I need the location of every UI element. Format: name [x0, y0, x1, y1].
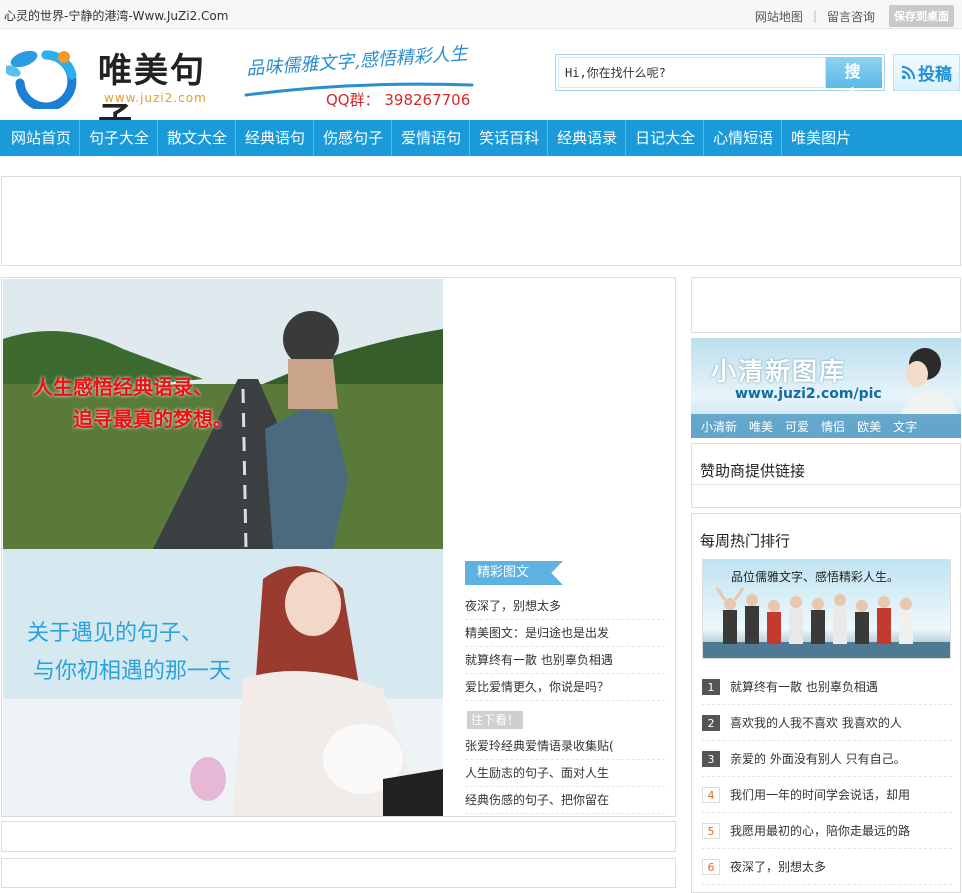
main-nav: 网站首页 句子大全 散文大全 经典语句 伤感句子 爱情语句 笑话百科 经典语录 日记大全 心情短语… [0, 120, 962, 156]
site-logo[interactable]: 唯美句子 www.juzi2.com [6, 39, 226, 140]
right-ad-slot [691, 277, 961, 333]
gallery-tag[interactable]: 欧美 [857, 418, 881, 435]
list-item[interactable]: 爱比爱情更久，你说是吗？ [465, 674, 665, 701]
gallery-tags: 小清新 唯美 可爱 情侣 欧美 文字 [691, 414, 961, 438]
fresh-gallery-banner[interactable]: 小清新图库 www.juzi2.com/pic 小清新 唯美 可爱 情侣 欧美 文字 [691, 338, 961, 438]
slide1-caption-line1: 人生感悟经典语录、 [33, 375, 213, 399]
gallery-tag[interactable]: 小清新 [701, 418, 737, 435]
more-tag: 往下看！ [467, 711, 523, 729]
slide2-caption-line1: 关于遇见的句子、 [27, 621, 204, 646]
slide-road-image[interactable]: 人生感悟经典语录、 追寻最真的梦想。 [3, 279, 443, 549]
rank-number: 4 [702, 786, 720, 803]
nav-item[interactable]: 网站首页 [0, 120, 81, 156]
rank-title: 就算终有一散 也别辜负相遇 [730, 680, 878, 694]
rank-row[interactable]: 5 我愿用最初的心，陪你走最远的路 [702, 813, 952, 849]
slide2-caption-line2: 与你初相遇的那一天 [33, 659, 232, 684]
rank-number: 2 [702, 714, 720, 731]
guestbook-link[interactable]: 留言咨询 [827, 8, 875, 25]
search-box: 搜 索 [555, 54, 885, 105]
tagline: 品味儒雅文字,感悟精彩人生 [245, 43, 469, 80]
weekly-title: 每周热门排行 [700, 532, 791, 550]
rank-number: 6 [702, 858, 720, 875]
more-list: 张爱玲经典爱情语录收集贴(人生励志的句子、面对人生 经典伤感的句子、把你留在 [465, 733, 665, 814]
rank-number: 3 [702, 750, 720, 767]
slide1-caption-line2: 追寻最真的梦想。 [73, 407, 233, 431]
girl-profile-icon [899, 348, 959, 418]
site-slogan: 心灵的世界-宁静的港湾-Www.JuZi2.Com [4, 9, 229, 23]
sponsor-box: 赞助商提供链接 [691, 443, 961, 508]
rank-row[interactable]: 2 喜欢我的人我不喜欢 我喜欢的人 [702, 705, 952, 741]
weekly-rank-list: 1 就算终有一散 也别辜负相遇 2 喜欢我的人我不喜欢 我喜欢的人 3 亲爱的 外面没有别… [702, 669, 952, 885]
nav-item[interactable]: 句子大全 [80, 120, 159, 156]
nav-item[interactable]: 经典语录 [548, 120, 627, 156]
sitemap-link[interactable]: 网站地图 [755, 8, 803, 25]
search-input[interactable] [558, 57, 826, 88]
nav-item[interactable]: 心情短语 [704, 120, 783, 156]
list-item[interactable]: 人生励志的句子、面对人生 [465, 760, 665, 787]
sponsor-divider [692, 484, 960, 485]
top-links: 网站地图 | 留言咨询 保存到桌面 [745, 5, 954, 27]
list-item[interactable]: 经典伤感的句子、把你留在 [465, 787, 665, 814]
logo-ring-icon [6, 50, 77, 109]
submit-article-button[interactable]: 投稿 [893, 54, 960, 91]
save-to-desktop-button[interactable]: 保存到桌面 [889, 5, 954, 27]
slide-girl-image[interactable]: 关于遇见的句子、 与你初相遇的那一天 [3, 549, 443, 816]
gallery-title: 小清新图库 [711, 357, 847, 386]
ad-banner [1, 176, 961, 266]
search-button[interactable]: 搜 索 [826, 57, 882, 105]
nav-item[interactable]: 伤感句子 [314, 120, 393, 156]
top-divider: | [812, 9, 817, 23]
qq-group: QQ群： 398267706 [326, 91, 471, 109]
rss-icon [901, 65, 916, 80]
sponsor-title: 赞助商提供链接 [700, 462, 806, 480]
featured-box: 人生感悟经典语录、 追寻最真的梦想。 关于遇见的句子、 与你初相遇的那一天 精彩… [1, 277, 676, 817]
rank-number: 1 [702, 678, 720, 695]
list-item[interactable]: 就算终有一散 也别辜负相遇 [465, 647, 665, 674]
rank-row[interactable]: 6 夜深了，别想太多 [702, 849, 952, 885]
nav-item[interactable]: 日记大全 [626, 120, 705, 156]
gallery-tag[interactable]: 唯美 [749, 418, 773, 435]
nav-item[interactable]: 唯美图片 [782, 120, 859, 156]
weekly-image[interactable]: 品位儒雅文字、感悟精彩人生。 [702, 559, 951, 659]
rank-title: 亲爱的 外面没有别人 只有自己。 [730, 752, 906, 766]
rank-row[interactable]: 4 我们用一年的时间学会说话，却用 [702, 777, 952, 813]
logo-url: www.juzi2.com [104, 91, 207, 105]
nav-item[interactable]: 散文大全 [158, 120, 237, 156]
featured-picks-list: 夜深了，别想太多 精美图文：是归途也是出发 就算终有一散 也别辜负相遇 爱比爱情更久，… [465, 593, 665, 701]
gallery-tag[interactable]: 情侣 [821, 418, 845, 435]
rank-title: 我愿用最初的心，陪你走最远的路 [730, 824, 911, 838]
rank-title: 夜深了，别想太多 [730, 860, 827, 874]
weekly-image-caption: 品位儒雅文字、感悟精彩人生。 [731, 570, 900, 584]
nav-item[interactable]: 爱情语句 [392, 120, 471, 156]
rank-title: 喜欢我的人我不喜欢 我喜欢的人 [730, 716, 902, 730]
ad-slot-small [1, 821, 676, 852]
content-box-bottom [1, 858, 676, 888]
list-item[interactable]: 张爱玲经典爱情语录收集贴( [465, 733, 665, 760]
gallery-url: www.juzi2.com/pic [735, 386, 882, 402]
rank-title: 我们用一年的时间学会说话，却用 [730, 788, 911, 802]
top-bar: 心灵的世界-宁静的港湾-Www.JuZi2.Com 网站地图 | 留言咨询 保存… [0, 0, 962, 29]
nav-item[interactable]: 经典语句 [236, 120, 315, 156]
rank-row[interactable]: 1 就算终有一散 也别辜负相遇 [702, 669, 952, 705]
featured-picks-tag: 精彩图文 [465, 561, 563, 585]
rank-number: 5 [702, 822, 720, 839]
list-item[interactable]: 精美图文：是归途也是出发 [465, 620, 665, 647]
nav-item[interactable]: 笑话百科 [470, 120, 549, 156]
weekly-hot-box: 每周热门排行 品位儒雅文字、感悟精彩人生。 1 就算终有一散 也别辜负相遇 2 喜欢我… [691, 513, 961, 893]
gallery-tag[interactable]: 文字 [893, 418, 917, 435]
rank-row[interactable]: 3 亲爱的 外面没有别人 只有自己。 [702, 741, 952, 777]
submit-label: 投稿 [918, 65, 952, 85]
site-header: 唯美句子 www.juzi2.com 品味儒雅文字,感悟精彩人生 QQ群： 39… [0, 29, 962, 140]
list-item[interactable]: 夜深了，别想太多 [465, 593, 665, 620]
gallery-tag[interactable]: 可爱 [785, 418, 809, 435]
